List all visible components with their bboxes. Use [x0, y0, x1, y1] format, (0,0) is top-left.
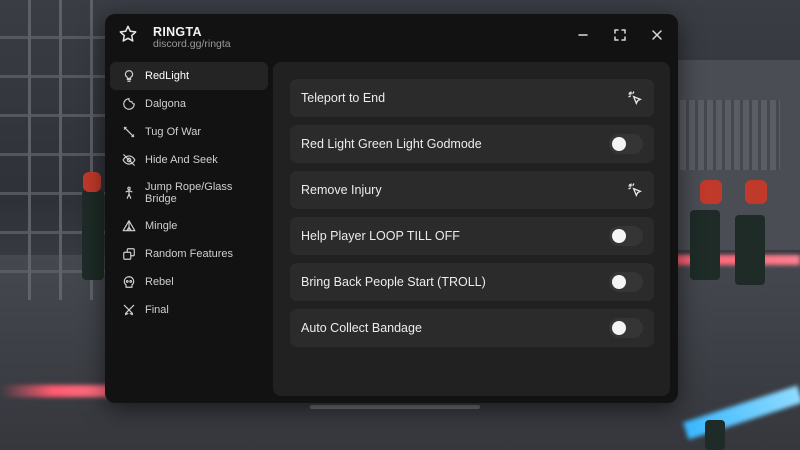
sidebar-item-final[interactable]: Final [110, 296, 268, 324]
sidebar-item-redlight[interactable]: RedLight [110, 62, 268, 90]
row-label: Help Player LOOP TILL OFF [301, 229, 460, 243]
game-player-head [83, 172, 101, 192]
content-panel: Teleport to End Red Light Green Light Go… [273, 62, 670, 396]
sidebar-item-label: Rebel [145, 275, 174, 288]
sidebar-item-tug-of-war[interactable]: Tug Of War [110, 118, 268, 146]
toggle-knob [612, 275, 626, 289]
script-hub-window: RINGTA discord.gg/ringta RedLight Dalgon… [105, 14, 678, 403]
sidebar-item-rebel[interactable]: Rebel [110, 268, 268, 296]
sidebar-item-label: RedLight [145, 69, 190, 82]
lightbulb-icon [121, 68, 137, 84]
sidebar-item-jump-rope[interactable]: Jump Rope/Glass Bridge [110, 174, 268, 212]
maximize-icon [614, 29, 626, 41]
app-subtitle: discord.gg/ringta [153, 38, 231, 50]
sidebar-item-label: Final [145, 303, 169, 316]
toggle-knob [612, 229, 626, 243]
sidebar-item-random-features[interactable]: Random Features [110, 240, 268, 268]
game-player-figure [82, 190, 104, 280]
home-indicator-bar [310, 405, 480, 409]
click-icon [627, 182, 643, 198]
godmode-toggle[interactable] [609, 134, 643, 154]
sidebar-item-mingle[interactable]: Mingle [110, 212, 268, 240]
help-player-toggle[interactable] [609, 226, 643, 246]
person-jump-icon [121, 185, 137, 201]
game-player-head [745, 180, 767, 204]
sidebar-item-label: Hide And Seek [145, 153, 218, 166]
toggle-knob [612, 137, 626, 151]
game-red-light-strip [660, 255, 800, 265]
title-bar[interactable]: RINGTA discord.gg/ringta [105, 14, 678, 64]
skull-icon [121, 274, 137, 290]
bring-back-people-toggle-row[interactable]: Bring Back People Start (TROLL) [290, 263, 654, 301]
close-button[interactable] [649, 27, 665, 43]
game-player-figure [690, 210, 720, 280]
tent-icon [121, 218, 137, 234]
toggle-knob [612, 321, 626, 335]
sidebar-item-hide-and-seek[interactable]: Hide And Seek [110, 146, 268, 174]
sidebar-item-label: Tug Of War [145, 125, 202, 138]
maximize-button[interactable] [612, 27, 628, 43]
row-label: Auto Collect Bandage [301, 321, 422, 335]
sidebar: RedLight Dalgona Tug Of War Hide And See… [110, 62, 268, 324]
cookie-icon [121, 96, 137, 112]
row-label: Remove Injury [301, 183, 382, 197]
eye-off-icon [121, 152, 137, 168]
app-title: RINGTA [153, 25, 202, 39]
remove-injury-button[interactable]: Remove Injury [290, 171, 654, 209]
row-label: Teleport to End [301, 91, 386, 105]
row-label: Red Light Green Light Godmode [301, 137, 482, 151]
sidebar-item-label: Jump Rope/Glass Bridge [145, 180, 233, 206]
swords-icon [121, 302, 137, 318]
game-player-figure [735, 215, 765, 285]
game-wall-panel [680, 100, 780, 170]
game-player-figure [705, 420, 725, 450]
help-player-toggle-row[interactable]: Help Player LOOP TILL OFF [290, 217, 654, 255]
godmode-toggle-row[interactable]: Red Light Green Light Godmode [290, 125, 654, 163]
dice-icon [121, 246, 137, 262]
bring-back-people-toggle[interactable] [609, 272, 643, 292]
auto-collect-bandage-toggle-row[interactable]: Auto Collect Bandage [290, 309, 654, 347]
star-icon [118, 24, 138, 44]
auto-collect-bandage-toggle[interactable] [609, 318, 643, 338]
row-label: Bring Back People Start (TROLL) [301, 275, 486, 289]
sidebar-item-dalgona[interactable]: Dalgona [110, 90, 268, 118]
teleport-to-end-button[interactable]: Teleport to End [290, 79, 654, 117]
sidebar-item-label: Mingle [145, 219, 178, 232]
close-icon [652, 30, 662, 40]
click-icon [627, 90, 643, 106]
minimize-icon [578, 34, 588, 36]
rope-icon [121, 124, 137, 140]
sidebar-item-label: Dalgona [145, 97, 186, 110]
minimize-button[interactable] [575, 27, 591, 43]
game-player-head [700, 180, 722, 204]
sidebar-item-label: Random Features [145, 247, 234, 260]
